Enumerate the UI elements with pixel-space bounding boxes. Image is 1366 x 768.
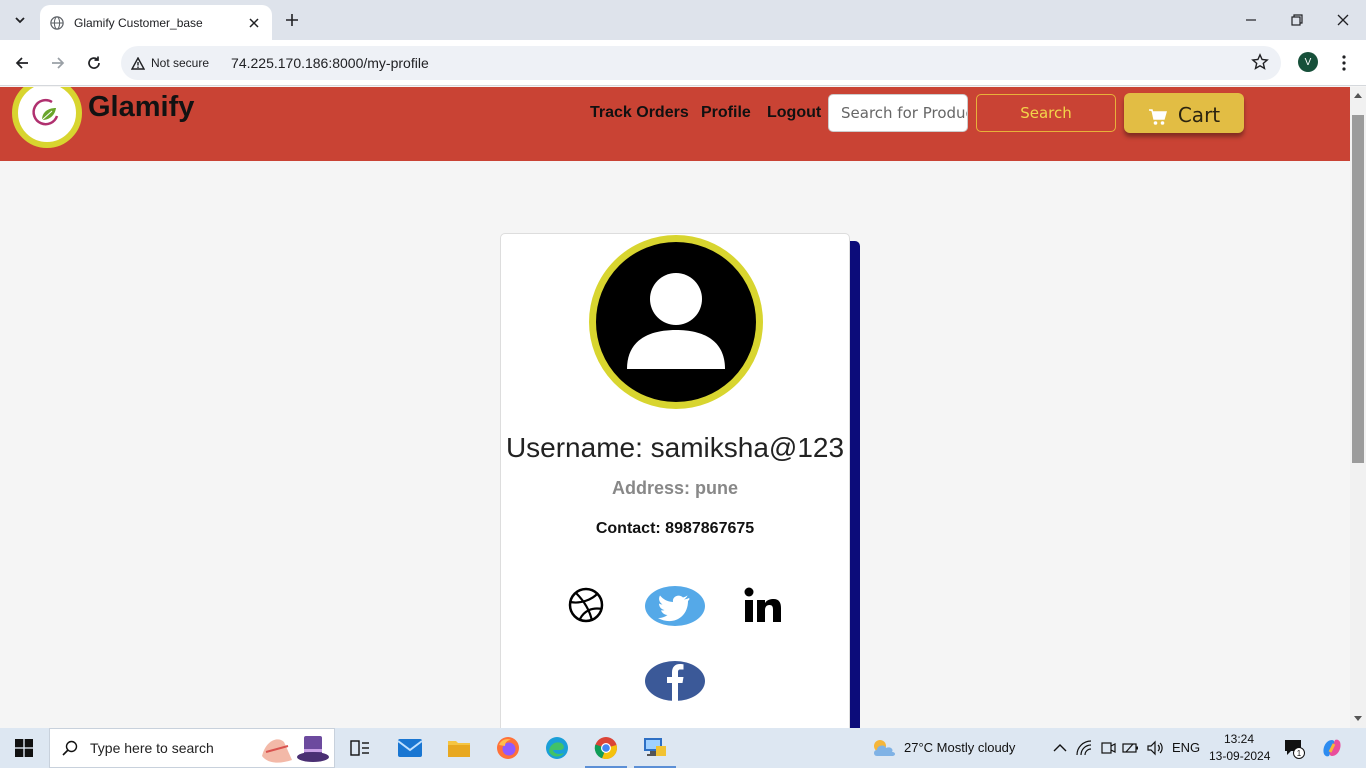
browser-tab[interactable]: Glamify Customer_base	[40, 5, 272, 40]
start-button[interactable]	[0, 728, 48, 768]
weather-cloud-icon[interactable]	[870, 734, 898, 762]
reload-icon	[88, 56, 100, 69]
profile-contact: Contact: 8987867675	[595, 520, 755, 537]
language-indicator[interactable]: ENG	[1172, 740, 1200, 755]
clock-date[interactable]: 13-09-2024	[1209, 749, 1270, 763]
bookmark-star-icon[interactable]	[1251, 53, 1269, 76]
user-avatar-icon	[627, 273, 725, 369]
globe-icon	[50, 15, 64, 30]
notification-count: 1	[1297, 749, 1302, 758]
task-view-icon[interactable]	[346, 734, 374, 762]
firefox-icon[interactable]	[494, 734, 522, 762]
brand-name[interactable]: Glamify	[88, 91, 194, 124]
notification-icon[interactable]: 1	[1280, 734, 1308, 762]
chevron-down-icon	[15, 17, 25, 24]
warning-icon	[131, 56, 145, 70]
chevron-up-icon[interactable]	[1046, 734, 1074, 762]
facebook-icon[interactable]	[645, 661, 705, 701]
profile-address: Address: pune	[611, 478, 739, 498]
windows-taskbar: Type here to search 27°C Mostly cloudy E…	[0, 728, 1366, 768]
plus-icon	[286, 14, 298, 26]
chrome-icon[interactable]	[592, 734, 620, 762]
nav-track-orders[interactable]: Track Orders	[590, 104, 689, 122]
site-header: Glamify Track Orders Profile Logout Sear…	[0, 87, 1350, 161]
page-viewport: Glamify Track Orders Profile Logout Sear…	[0, 87, 1350, 728]
site-logo[interactable]	[12, 87, 82, 148]
browser-profile-avatar[interactable]: V	[1298, 52, 1318, 72]
restore-button[interactable]	[1285, 8, 1309, 32]
profile-username: Username: samiksha@123	[505, 432, 845, 463]
new-tab-button[interactable]	[282, 10, 302, 30]
speaker-icon[interactable]	[1141, 734, 1169, 762]
browser-menu-button[interactable]	[1334, 52, 1354, 74]
cart-label: Cart	[1177, 103, 1221, 127]
avatar	[589, 235, 763, 409]
leaf-logo-icon	[32, 98, 59, 126]
taskbar-search-placeholder: Type here to search	[90, 740, 214, 756]
nav-profile[interactable]: Profile	[701, 104, 751, 122]
twitter-icon[interactable]	[645, 586, 705, 626]
browser-toolbar: Not secure 74.225.170.186:8000/my-profil…	[0, 40, 1366, 86]
restore-icon	[1291, 14, 1303, 26]
reload-button[interactable]	[82, 51, 106, 75]
arrow-left-icon	[15, 57, 28, 69]
product-search-input[interactable]	[828, 94, 968, 132]
cart-button[interactable]: Cart	[1124, 93, 1244, 133]
profile-card: Username: samiksha@123 Address: pune Con…	[500, 233, 850, 728]
browser-tabstrip: Glamify Customer_base	[0, 0, 1366, 40]
page-scrollbar[interactable]	[1350, 87, 1366, 728]
scroll-down-arrow-icon[interactable]	[1353, 714, 1363, 724]
close-tab-icon[interactable]	[246, 15, 262, 31]
scrollbar-thumb[interactable]	[1352, 115, 1364, 463]
forward-button[interactable]	[46, 51, 70, 75]
scroll-up-arrow-icon[interactable]	[1353, 90, 1363, 100]
security-label: Not secure	[151, 56, 210, 70]
weather-text[interactable]: 27°C Mostly cloudy	[904, 740, 1015, 755]
windows-logo-icon	[15, 739, 33, 757]
minimize-button[interactable]	[1239, 8, 1263, 32]
hat-illustration-icon	[262, 736, 329, 763]
mail-app-icon[interactable]	[396, 734, 424, 762]
close-window-button[interactable]	[1331, 8, 1355, 32]
arrow-right-icon	[52, 57, 65, 69]
back-button[interactable]	[10, 51, 34, 75]
taskbar-search-box[interactable]: Type here to search	[49, 728, 335, 768]
dribbble-icon[interactable]	[568, 587, 604, 623]
url-text[interactable]: 74.225.170.186:8000/my-profile	[231, 55, 429, 71]
nav-logout[interactable]: Logout	[767, 104, 821, 122]
site-info-button[interactable]: Not secure	[131, 51, 223, 75]
cart-icon	[1148, 109, 1167, 125]
tab-search-button[interactable]	[8, 8, 32, 32]
tab-title: Glamify Customer_base	[74, 15, 203, 30]
file-explorer-icon[interactable]	[445, 734, 473, 762]
close-icon	[1337, 14, 1349, 26]
search-icon	[62, 740, 78, 756]
address-bar[interactable]: Not secure 74.225.170.186:8000/my-profil…	[121, 46, 1281, 80]
linkedin-icon[interactable]	[741, 587, 785, 625]
more-vertical-icon	[1342, 55, 1346, 71]
copilot-icon[interactable]	[1318, 734, 1346, 762]
search-button[interactable]: Search	[976, 94, 1116, 132]
clock-time[interactable]: 13:24	[1224, 732, 1254, 746]
remote-desktop-icon[interactable]	[641, 734, 669, 762]
edge-icon[interactable]	[543, 734, 571, 762]
minimize-icon	[1246, 19, 1256, 21]
